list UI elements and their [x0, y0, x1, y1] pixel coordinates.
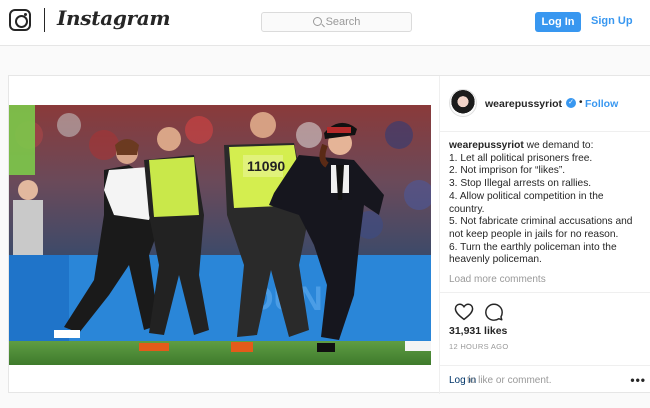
caption-line: 4. Allow political competition in the: [449, 190, 604, 202]
post-header: wearepussyriot ✓ • Follow: [440, 76, 650, 132]
separator-dot: •: [579, 97, 583, 108]
verified-badge-icon: ✓: [566, 98, 576, 108]
top-navigation: Instagram Search Log In Sign Up: [0, 0, 650, 46]
search-input[interactable]: Search: [261, 12, 412, 32]
caption-line: 2. Not imprison for “likes”.: [449, 165, 566, 177]
load-more-comments-link[interactable]: Load more comments: [449, 274, 546, 285]
caption-line: not keep people in jails for no reason.: [449, 228, 619, 240]
caption-line: heavenly policeman.: [449, 254, 542, 266]
post-username[interactable]: wearepussyriot: [485, 98, 562, 110]
caption-line: country.: [449, 203, 485, 215]
login-to-comment-row: Log in to like or comment. •••: [440, 365, 650, 393]
post-timestamp: 12 HOURS AGO: [449, 342, 509, 351]
post-side-panel: wearepussyriot ✓ • Follow wearepussyriot…: [439, 76, 650, 394]
comment-icon[interactable]: [484, 303, 504, 321]
caption-line: 3. Stop Illegal arrests on rallies.: [449, 178, 592, 190]
caption-first-line: wearepussyriot we demand to:: [449, 140, 645, 153]
login-prompt-text: to like or comment.: [467, 375, 552, 386]
post-actions: 31,931 likes 12 HOURS AGO Log in to like…: [440, 292, 650, 392]
caption-line: 1. Let all political prisoners free.: [449, 152, 593, 164]
instagram-wordmark[interactable]: Instagram: [57, 6, 171, 30]
signup-link[interactable]: Sign Up: [591, 15, 633, 27]
steward-bib-number: 11090: [247, 158, 285, 174]
post-caption: wearepussyriot we demand to: 1. Let all …: [449, 140, 645, 267]
post-card: DUN: [8, 75, 650, 394]
more-options-icon[interactable]: •••: [630, 373, 646, 387]
caption-text: we demand to:: [523, 140, 594, 151]
caption-username[interactable]: wearepussyriot: [449, 140, 524, 151]
post-photo[interactable]: DUN: [9, 105, 431, 365]
logo-divider: [44, 8, 45, 32]
caption-line: 6. Turn the earthly policeman into the: [449, 241, 617, 253]
instagram-camera-icon[interactable]: [9, 9, 31, 31]
avatar[interactable]: [449, 89, 477, 117]
caption-line: 5. Not fabricate criminal accusations an…: [449, 216, 633, 228]
follow-button[interactable]: Follow: [585, 98, 618, 110]
likes-count[interactable]: 31,931 likes: [449, 325, 507, 337]
heart-icon[interactable]: [454, 303, 474, 321]
photo-illustration: DUN: [9, 105, 431, 365]
login-button[interactable]: Log In: [535, 12, 581, 32]
search-icon: [312, 16, 322, 26]
search-placeholder: Search: [325, 16, 361, 28]
